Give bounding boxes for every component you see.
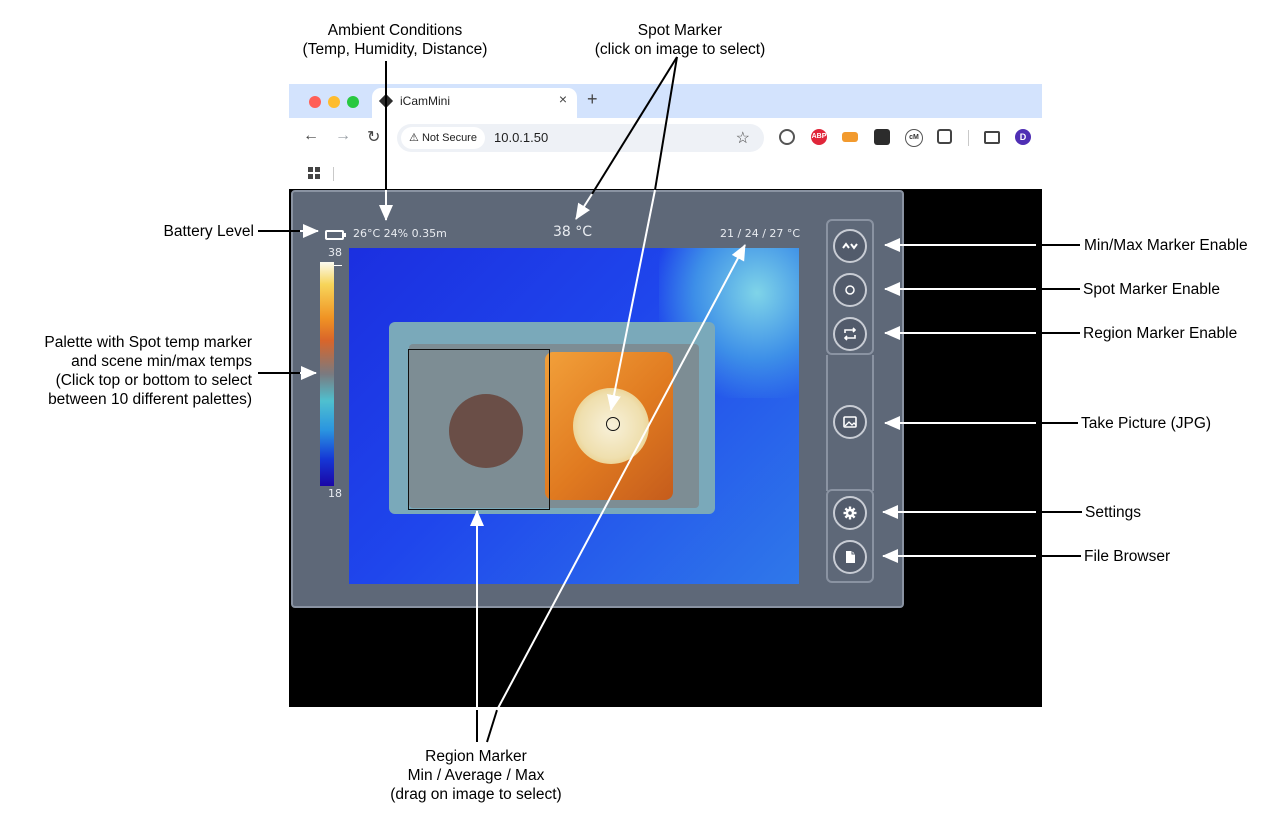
file-browser-button[interactable] <box>833 540 867 574</box>
back-button[interactable]: ← <box>303 127 319 145</box>
bookmark-star-icon[interactable]: ☆ <box>736 128 750 148</box>
minimize-window-button[interactable] <box>328 96 340 108</box>
toolbar-divider <box>968 130 969 146</box>
annotation-palette: Palette with Spot temp marker and scene … <box>10 333 252 409</box>
annotation-region-line2: Min / Average / Max <box>407 767 545 784</box>
system-button-group <box>826 489 874 583</box>
grid-icon[interactable] <box>308 167 320 179</box>
forward-button[interactable]: → <box>335 127 351 145</box>
chevron-updown-icon <box>842 242 858 250</box>
avatar[interactable]: D <box>1015 129 1031 145</box>
url-text: 10.0.1.50 <box>494 130 549 145</box>
annotation-palette-line2: and scene min/max temps <box>71 353 252 370</box>
annotation-palette-line3: (Click top or bottom to select <box>55 372 252 389</box>
circle-icon <box>845 285 855 295</box>
arrow-region-stats-bottom <box>486 709 498 743</box>
bookmarks-bar <box>289 158 1042 189</box>
browser-toolbar: ← → ↻ ⚠ Not Secure 10.0.1.50 ☆ ABP cM D <box>289 118 1042 158</box>
annotation-battery: Battery Level <box>163 223 254 240</box>
annotation-region-marker: Region Marker Min / Average / Max (drag … <box>366 747 586 804</box>
minmax-marker-button[interactable] <box>833 229 867 263</box>
annotation-file-browser: File Browser <box>1084 548 1171 565</box>
image-icon <box>843 416 857 428</box>
extension-shoe-icon[interactable] <box>842 132 858 142</box>
security-chip[interactable]: ⚠ Not Secure <box>401 127 485 149</box>
palette-max-label: 38 <box>328 246 342 259</box>
capture-button-group <box>826 355 874 491</box>
extension-abp-icon[interactable]: ABP <box>811 129 827 145</box>
annotation-spot-line2: (click on image to select) <box>594 41 766 58</box>
annotation-palette-line1: Palette with Spot temp marker <box>44 334 252 351</box>
zoom-window-button[interactable] <box>347 96 359 108</box>
region-stats-readout: 21 / 24 / 27 °C <box>720 227 801 240</box>
browser-window: iCamMini × + ← → ↻ ⚠ Not Secure 10.0.1.5… <box>289 84 1042 707</box>
annotation-ambient: Ambient Conditions (Temp, Humidity, Dist… <box>280 21 510 59</box>
annotation-take-picture: Take Picture (JPG) <box>1081 415 1212 432</box>
marker-button-group <box>826 219 874 355</box>
take-picture-button[interactable] <box>833 405 867 439</box>
extension-webcam-icon[interactable] <box>874 129 890 145</box>
tab-close-icon[interactable]: × <box>559 91 567 107</box>
annotation-ambient-line1: Ambient Conditions <box>327 22 463 39</box>
spot-marker[interactable] <box>606 417 620 431</box>
annotation-region-line1: Region Marker <box>425 748 527 765</box>
annotation-spot-line1: Spot Marker <box>637 22 723 39</box>
not-secure-label: Not Secure <box>421 132 477 144</box>
region-marker-button[interactable] <box>833 317 867 351</box>
annotation-region-line3: (drag on image to select) <box>390 786 562 803</box>
extension-camera-icon[interactable] <box>779 129 795 145</box>
favicon-icon <box>378 93 394 109</box>
ambient-readout: 26°C 24% 0.35m <box>353 227 447 240</box>
gear-icon <box>843 506 857 520</box>
annotation-palette-line4: between 10 different palettes) <box>48 391 252 408</box>
reload-button[interactable]: ↻ <box>367 127 380 147</box>
extensions-puzzle-icon[interactable] <box>937 129 952 144</box>
extension-cm-icon[interactable]: cM <box>905 129 923 147</box>
tab-title: iCamMini <box>400 94 451 108</box>
annotation-settings: Settings <box>1085 504 1142 521</box>
palette-min-label: 18 <box>328 487 342 500</box>
thermal-image[interactable] <box>349 248 799 584</box>
new-tab-button[interactable]: + <box>587 89 598 110</box>
annotation-spot-enable: Spot Marker Enable <box>1083 281 1220 298</box>
palette-bar[interactable] <box>320 262 334 486</box>
tab-strip: iCamMini × + <box>289 84 1042 118</box>
annotation-region-enable: Region Marker Enable <box>1083 325 1238 342</box>
spot-marker-button[interactable] <box>833 273 867 307</box>
annotation-minmax: Min/Max Marker Enable <box>1084 237 1248 254</box>
annotation-spot-marker: Spot Marker (click on image to select) <box>570 21 790 59</box>
region-marker[interactable] <box>408 349 550 510</box>
annotation-ambient-line2: (Temp, Humidity, Distance) <box>302 41 488 58</box>
settings-button[interactable] <box>833 496 867 530</box>
address-bar[interactable]: ⚠ Not Secure 10.0.1.50 ☆ <box>397 124 764 152</box>
icammini-panel: 26°C 24% 0.35m 38 °C 21 / 24 / 27 °C 38 … <box>291 190 904 608</box>
file-icon <box>846 551 855 563</box>
cast-icon[interactable] <box>984 131 1000 144</box>
swap-icon <box>843 327 857 341</box>
warning-icon: ⚠ <box>409 132 419 144</box>
close-window-button[interactable] <box>309 96 321 108</box>
tab-icammini[interactable]: iCamMini × <box>372 88 577 118</box>
bookmarks-divider <box>333 167 334 181</box>
battery-icon <box>325 230 346 240</box>
palette-spot-marker <box>334 265 342 266</box>
spot-temp-readout: 38 °C <box>553 224 593 240</box>
